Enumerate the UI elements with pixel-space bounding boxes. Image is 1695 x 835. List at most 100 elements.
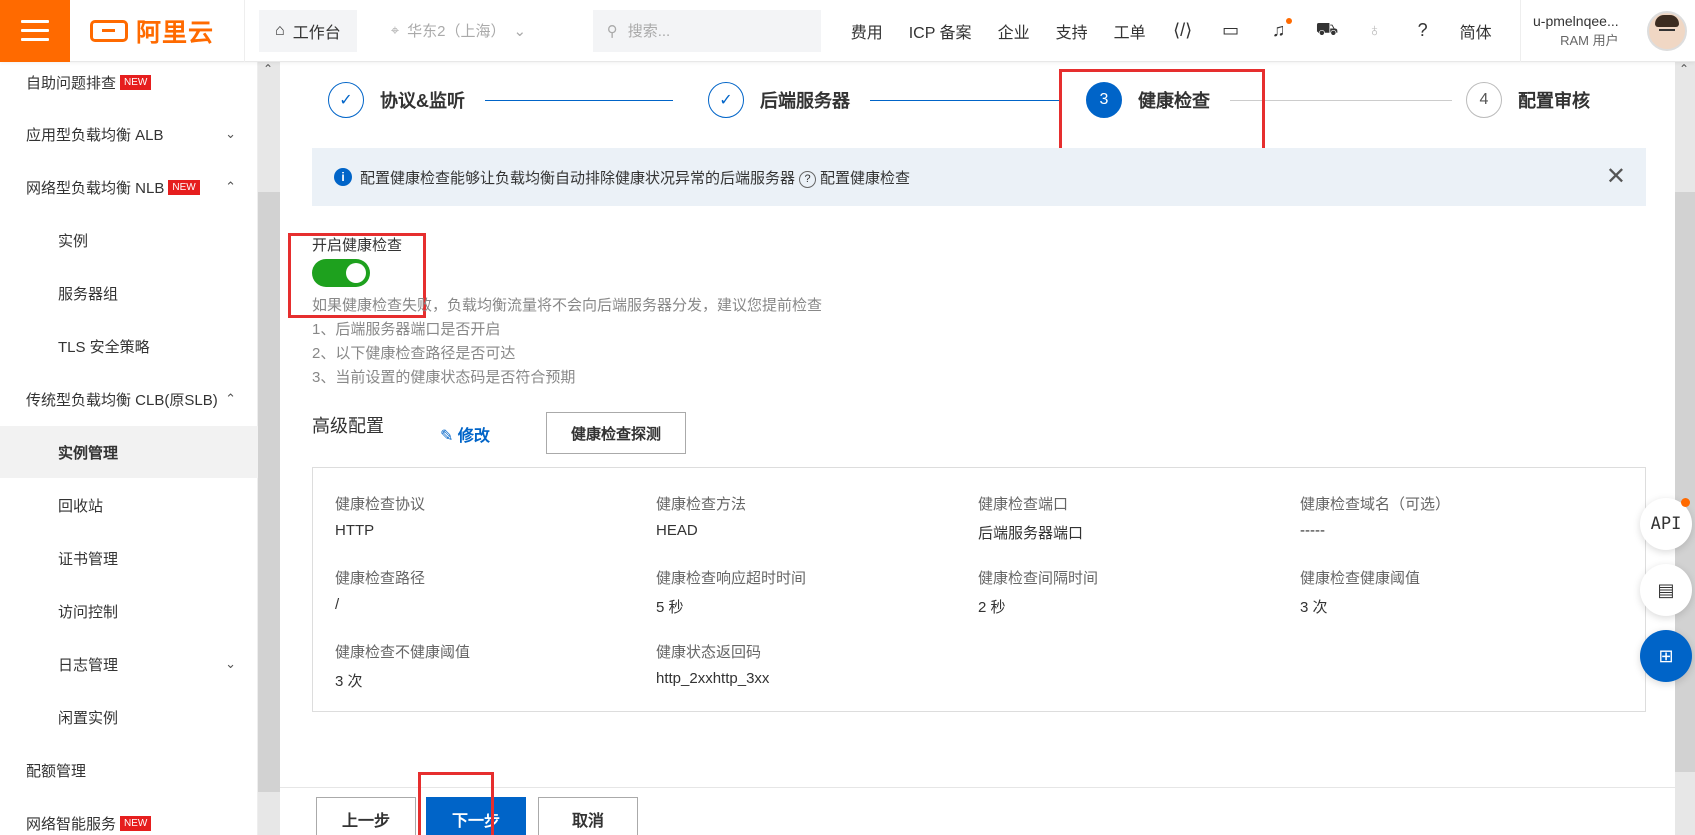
sidebar-item-label: 日志管理 (58, 656, 119, 674)
nav-enterprise[interactable]: 企业 (998, 19, 1030, 43)
bell-icon[interactable]: ♫ (1268, 18, 1292, 41)
api-float-button[interactable]: API (1640, 498, 1692, 550)
logo-text: 阿里云 (136, 18, 215, 47)
search-box[interactable]: ⚲ 搜索... (592, 9, 821, 52)
region-label: 华东2（上海） (407, 23, 506, 40)
feedback-float-button[interactable]: ▤ (1640, 564, 1692, 616)
search-input[interactable]: 搜索... (628, 20, 671, 41)
chevron-down-icon: ⌄ (225, 656, 236, 671)
config-key: 健康检查不健康阈值 (335, 644, 471, 661)
sidebar-item-label: 证书管理 (58, 550, 119, 568)
health-hint-line: 如果健康检查失败，负载均衡流量将不会向后端服务器分发，建议您提前检查 (312, 297, 823, 314)
sidebar-item-label: 配额管理 (26, 762, 87, 780)
sidebar-item-nlb-instances[interactable]: 实例 (0, 214, 258, 266)
new-badge: NEW (120, 815, 152, 831)
sidebar-scrollbar[interactable]: ⌃ (258, 62, 280, 835)
sidebar-item-label: 服务器组 (58, 285, 119, 303)
prev-step-button[interactable]: 上一步 (316, 797, 416, 835)
check-icon: ✓ (328, 82, 364, 118)
avatar[interactable] (1647, 11, 1687, 51)
config-key: 健康检查协议 (335, 496, 426, 513)
sidebar-item-self-diagnosis[interactable]: 自助问题排查 NEW (0, 56, 258, 108)
info-banner: i 配置健康检查能够让负载均衡自动排除健康状况异常的后端服务器 ? 配置健康检查… (312, 148, 1646, 206)
step-backend-servers: ✓ 后端服务器 (708, 82, 850, 118)
chevron-down-icon: ⌄ (225, 126, 236, 141)
cancel-button[interactable]: 取消 (538, 797, 638, 835)
edit-link[interactable]: ✎ 修改 (440, 422, 490, 446)
sidebar-item-label: 访问控制 (58, 603, 119, 621)
sidebar-item-label: 实例管理 (58, 444, 119, 462)
question-icon[interactable]: ? (799, 170, 817, 188)
sidebar-item-label: 网络型负载均衡 NLB (26, 179, 165, 197)
info-link[interactable]: 配置健康检查 (820, 167, 910, 188)
config-value: HTTP (335, 522, 375, 539)
sidebar-item-alb[interactable]: 应用型负载均衡 ALB ⌄ (0, 108, 258, 160)
menu-line (21, 29, 49, 32)
config-field: 健康检查不健康阈值 3 次 (335, 641, 470, 691)
pencil-icon: ✎ (440, 428, 454, 445)
sidebar-item-tls-policy[interactable]: TLS 安全策略 (0, 320, 258, 372)
config-value: / (335, 596, 340, 613)
sidebar-item-quota[interactable]: 配额管理 (0, 744, 258, 796)
language-switch[interactable]: 简体 (1460, 19, 1492, 43)
notification-dot (1285, 18, 1292, 24)
sidebar-item-label: 应用型负载均衡 ALB (26, 126, 164, 144)
chevron-up-icon: ⌃ (225, 391, 236, 406)
sidebar-item-server-groups[interactable]: 服务器组 (0, 267, 258, 319)
grid-icon: ⊞ (1658, 645, 1674, 666)
main-scrollbar[interactable]: ⌃ (1675, 62, 1695, 835)
sidebar-item-label: TLS 安全策略 (58, 338, 150, 356)
aliyun-logo[interactable]: 阿里云 (70, 0, 246, 62)
top-nav: 费用 ICP 备案 企业 支持 工单 ⟨/⟩ ▭ ♫ ⛟ ♁ ? 简体 (851, 18, 1492, 43)
sidebar-item-certificates[interactable]: 证书管理 (0, 532, 258, 584)
scroll-up-icon[interactable]: ⌃ (1679, 62, 1689, 76)
sidebar-item-nlb[interactable]: 网络型负载均衡 NLB NEW ⌃ (0, 161, 258, 213)
user-menu[interactable]: u-pmelnqee... RAM 用户 (1520, 0, 1695, 62)
lightbulb-icon[interactable]: ♁ (1364, 20, 1386, 41)
edit-label: 修改 (457, 428, 490, 445)
config-key: 健康检查端口 (978, 496, 1069, 513)
scrollbar-thumb[interactable] (1675, 192, 1695, 772)
code-icon[interactable]: ⟨/⟩ (1172, 20, 1194, 41)
user-role: RAM 用户 (1560, 33, 1619, 48)
app-frame: 阿里云 ⌂ 工作台 ⌖ 华东2（上海） ⌄ ⚲ 搜索... 费用 ICP 备案 … (0, 0, 1695, 835)
sidebar-item-recycle-bin[interactable]: 回收站 (0, 479, 258, 531)
nav-support[interactable]: 支持 (1056, 19, 1088, 43)
sidebar-item-network-intelligence[interactable]: 网络智能服务 NEW (0, 797, 258, 835)
scrollbar-thumb[interactable] (258, 192, 280, 792)
health-hint-line: 2、以下健康检查路径是否可达 (312, 345, 516, 362)
top-bar: 阿里云 ⌂ 工作台 ⌖ 华东2（上海） ⌄ ⚲ 搜索... 费用 ICP 备案 … (0, 0, 1695, 62)
sidebar-item-label: 回收站 (58, 497, 104, 515)
nav-ticket[interactable]: 工单 (1114, 19, 1146, 43)
sidebar-item-label: 传统型负载均衡 CLB(原SLB) (26, 391, 218, 409)
config-key: 健康状态返回码 (656, 644, 762, 661)
sidebar-item-idle-instances[interactable]: 闲置实例 (0, 691, 258, 743)
step-number: 4 (1466, 82, 1502, 118)
region-selector[interactable]: ⌖ 华东2（上海） ⌄ (391, 20, 581, 41)
sidebar-item-logs[interactable]: 日志管理 ⌄ (0, 638, 258, 690)
close-icon[interactable]: ✕ (1606, 162, 1626, 191)
hamburger-menu-button[interactable] (0, 0, 70, 62)
notification-dot (1681, 498, 1690, 507)
chat-icon: ▤ (1657, 579, 1675, 600)
config-value: 2 秒 (978, 599, 1006, 616)
step-protocol-listener: ✓ 协议&监听 (328, 82, 465, 118)
username: u-pmelnqee... (1533, 13, 1619, 29)
cart-icon[interactable]: ⛟ (1316, 19, 1339, 43)
advanced-config-title: 高级配置 (312, 416, 384, 436)
new-badge: NEW (120, 74, 152, 90)
config-field: 健康状态返回码 http_2xxhttp_3xx (656, 641, 769, 687)
apps-float-button[interactable]: ⊞ (1640, 630, 1692, 682)
workbench-button[interactable]: ⌂ 工作台 (259, 9, 357, 52)
health-probe-button[interactable]: 健康检查探测 (546, 412, 686, 454)
nav-billing[interactable]: 费用 (851, 19, 883, 43)
config-key: 健康检查响应超时时间 (656, 570, 807, 587)
main-content: ✓ 协议&监听 ✓ 后端服务器 3 健康检查 4 配置审核 i 配置健康检查能够… (280, 62, 1675, 835)
help-icon[interactable]: ? (1412, 20, 1434, 41)
sidebar-item-instance-management[interactable]: 实例管理 (0, 426, 258, 478)
sidebar-item-access-control[interactable]: 访问控制 (0, 585, 258, 637)
sidebar-item-clb[interactable]: 传统型负载均衡 CLB(原SLB) ⌃ (0, 373, 258, 425)
scroll-up-icon[interactable]: ⌃ (263, 62, 273, 76)
nav-icp[interactable]: ICP 备案 (909, 19, 972, 43)
terminal-icon[interactable]: ▭ (1220, 20, 1242, 41)
